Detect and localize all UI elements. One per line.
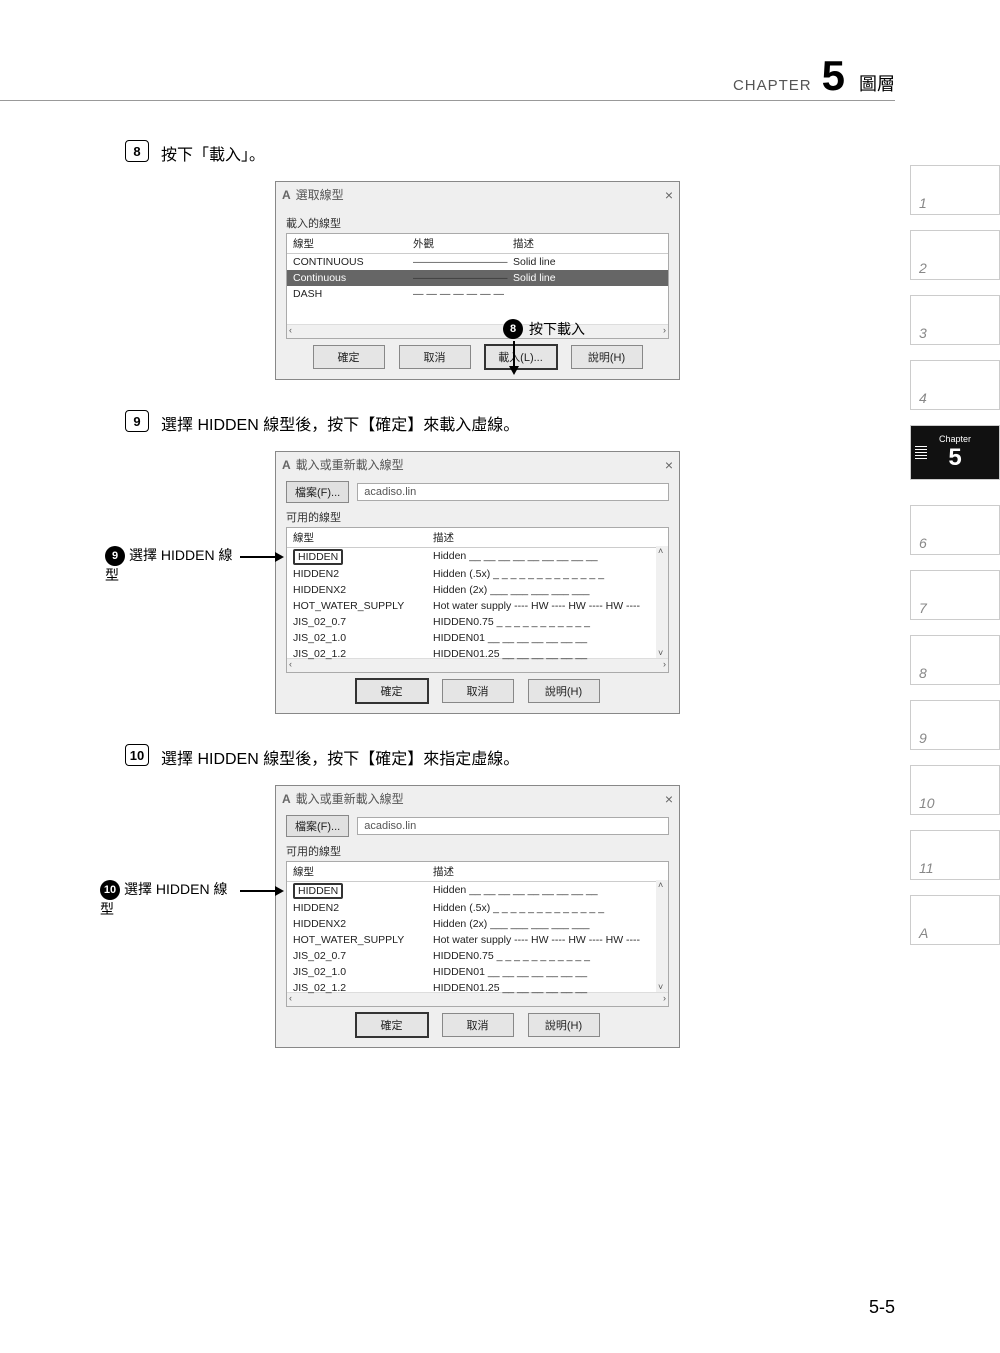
list-row[interactable]: DASH ― ― ― ― ― ― ― bbox=[287, 286, 668, 302]
horizontal-scrollbar[interactable]: ‹› bbox=[287, 992, 668, 1006]
dialog-title: 載入或重新載入線型 bbox=[296, 790, 404, 807]
list-row[interactable]: HOT_WATER_SUPPLYHot water supply ---- HW… bbox=[287, 598, 668, 614]
side-tab-6: 6 bbox=[910, 505, 1000, 555]
list-row[interactable]: JIS_02_0.7HIDDEN0.75 _ _ _ _ _ _ _ _ _ _… bbox=[287, 614, 668, 630]
step-9: 9 選擇 HIDDEN 線型後，按下【確定】來載入虛線。 bbox=[125, 410, 855, 435]
step-8-number: 8 bbox=[125, 140, 149, 162]
load-button[interactable]: 載入(L)... bbox=[485, 345, 557, 369]
available-linetypes-label: 可用的線型 bbox=[286, 843, 669, 859]
callout-8: 8按下載入 bbox=[503, 319, 585, 339]
select-linetype-dialog: A 選取線型 × 載入的線型 線型 外觀 描述 CONTINUOUS ――――――… bbox=[275, 181, 680, 380]
step-10: 10 選擇 HIDDEN 線型後，按下【確定】來指定虛線。 bbox=[125, 744, 855, 769]
dialog-title: 載入或重新載入線型 bbox=[296, 456, 404, 473]
side-tab-7: 7 bbox=[910, 570, 1000, 620]
list-row[interactable]: HIDDENHidden __ __ __ __ __ __ __ __ __ bbox=[287, 882, 668, 900]
cancel-button[interactable]: 取消 bbox=[399, 345, 471, 369]
list-row[interactable]: HIDDEN2Hidden (.5x) _ _ _ _ _ _ _ _ _ _ … bbox=[287, 900, 668, 916]
app-icon: A bbox=[282, 792, 291, 806]
side-tab-9: 9 bbox=[910, 700, 1000, 750]
list-row[interactable]: JIS_02_1.0HIDDEN01 __ __ __ __ __ __ __ bbox=[287, 964, 668, 980]
list-row[interactable]: HIDDENHidden __ __ __ __ __ __ __ __ __ bbox=[287, 548, 668, 566]
load-linetype-dialog-1: A載入或重新載入線型 × 檔案(F)... acadiso.lin 可用的線型 … bbox=[275, 451, 680, 714]
available-linetype-list[interactable]: 線型 描述 HIDDENHidden __ __ __ __ __ __ __ … bbox=[286, 861, 669, 1007]
header-rule bbox=[0, 100, 895, 101]
page-number: 5-5 bbox=[869, 1297, 895, 1318]
help-button[interactable]: 說明(H) bbox=[571, 345, 643, 369]
app-icon: A bbox=[282, 188, 291, 202]
loaded-linetypes-label: 載入的線型 bbox=[286, 215, 669, 231]
cancel-button[interactable]: 取消 bbox=[442, 1013, 514, 1037]
dialog-title: 選取線型 bbox=[296, 186, 344, 203]
side-tabs: 1 2 3 4 Chapter 5 6 7 8 9 10 11 A bbox=[910, 165, 1000, 960]
available-linetypes-label: 可用的線型 bbox=[286, 509, 669, 525]
callout-10: 10選擇 HIDDEN 線型 bbox=[100, 880, 230, 920]
close-icon[interactable]: × bbox=[665, 457, 673, 473]
ok-button[interactable]: 確定 bbox=[356, 679, 428, 703]
ok-button[interactable]: 確定 bbox=[356, 1013, 428, 1037]
chapter-number: 5 bbox=[822, 55, 845, 97]
dialog-titlebar: A 選取線型 × bbox=[276, 182, 679, 207]
list-header: 線型 外觀 描述 bbox=[287, 234, 668, 254]
chapter-title: 圖層 bbox=[859, 70, 895, 96]
side-tab-A: A bbox=[910, 895, 1000, 945]
step-9-number: 9 bbox=[125, 410, 149, 432]
vertical-scrollbar[interactable]: ˄˅ bbox=[656, 880, 668, 992]
side-tab-8: 8 bbox=[910, 635, 1000, 685]
page-header: CHAPTER 5 圖層 bbox=[733, 55, 895, 97]
chapter-label: CHAPTER bbox=[733, 77, 812, 94]
help-button[interactable]: 說明(H) bbox=[528, 1013, 600, 1037]
cancel-button[interactable]: 取消 bbox=[442, 679, 514, 703]
list-row[interactable]: CONTINUOUS ――――――――― Solid line bbox=[287, 254, 668, 270]
side-tab-11: 11 bbox=[910, 830, 1000, 880]
app-icon: A bbox=[282, 458, 291, 472]
side-tab-3: 3 bbox=[910, 295, 1000, 345]
list-row-selected[interactable]: Continuous ――――――――― Solid line bbox=[287, 270, 668, 286]
list-row[interactable]: JIS_02_1.2HIDDEN01.25 __ __ __ __ __ __ bbox=[287, 980, 668, 996]
step-8: 8 按下「載入」。 bbox=[125, 140, 855, 165]
vertical-scrollbar[interactable]: ˄˅ bbox=[656, 546, 668, 658]
file-path-field[interactable]: acadiso.lin bbox=[357, 483, 669, 501]
close-icon[interactable]: × bbox=[665, 187, 673, 203]
linetype-list[interactable]: 線型 外觀 描述 CONTINUOUS ――――――――― Solid line… bbox=[286, 233, 669, 339]
callout-9: 9選擇 HIDDEN 線型 bbox=[105, 546, 235, 586]
file-path-field[interactable]: acadiso.lin bbox=[357, 817, 669, 835]
list-row[interactable]: HIDDENX2Hidden (2x) ___ ___ ___ ___ ___ bbox=[287, 916, 668, 932]
side-tab-2: 2 bbox=[910, 230, 1000, 280]
list-row[interactable]: HIDDENX2Hidden (2x) ___ ___ ___ ___ ___ bbox=[287, 582, 668, 598]
dialog-titlebar: A 載入或重新載入線型 × bbox=[276, 452, 679, 477]
horizontal-scrollbar[interactable]: ‹› bbox=[287, 658, 668, 672]
dialog-titlebar: A 載入或重新載入線型 × bbox=[276, 786, 679, 811]
side-tab-10: 10 bbox=[910, 765, 1000, 815]
file-button[interactable]: 檔案(F)... bbox=[286, 481, 349, 503]
help-button[interactable]: 說明(H) bbox=[528, 679, 600, 703]
side-tab-5-active: Chapter 5 bbox=[910, 425, 1000, 480]
step-10-text: 選擇 HIDDEN 線型後，按下【確定】來指定虛線。 bbox=[161, 744, 519, 769]
page-content: 8 按下「載入」。 A 選取線型 × 載入的線型 線型 外觀 描述 bbox=[125, 140, 855, 1078]
file-button[interactable]: 檔案(F)... bbox=[286, 815, 349, 837]
load-linetype-dialog-2: A載入或重新載入線型 × 檔案(F)... acadiso.lin 可用的線型 … bbox=[275, 785, 680, 1048]
list-row[interactable]: JIS_02_0.7HIDDEN0.75 _ _ _ _ _ _ _ _ _ _… bbox=[287, 948, 668, 964]
available-linetype-list[interactable]: 線型 描述 HIDDENHidden __ __ __ __ __ __ __ … bbox=[286, 527, 669, 673]
list-row[interactable]: JIS_02_1.0HIDDEN01 __ __ __ __ __ __ __ bbox=[287, 630, 668, 646]
step-8-text: 按下「載入」。 bbox=[161, 140, 265, 165]
ok-button[interactable]: 確定 bbox=[313, 345, 385, 369]
horizontal-scrollbar[interactable]: ‹› bbox=[287, 324, 668, 338]
close-icon[interactable]: × bbox=[665, 791, 673, 807]
side-tab-1: 1 bbox=[910, 165, 1000, 215]
step-9-text: 選擇 HIDDEN 線型後，按下【確定】來載入虛線。 bbox=[161, 410, 519, 435]
list-row[interactable]: HOT_WATER_SUPPLYHot water supply ---- HW… bbox=[287, 932, 668, 948]
list-row[interactable]: JIS_02_1.2HIDDEN01.25 __ __ __ __ __ __ bbox=[287, 646, 668, 662]
step-10-number: 10 bbox=[125, 744, 149, 766]
side-tab-4: 4 bbox=[910, 360, 1000, 410]
list-row[interactable]: HIDDEN2Hidden (.5x) _ _ _ _ _ _ _ _ _ _ … bbox=[287, 566, 668, 582]
